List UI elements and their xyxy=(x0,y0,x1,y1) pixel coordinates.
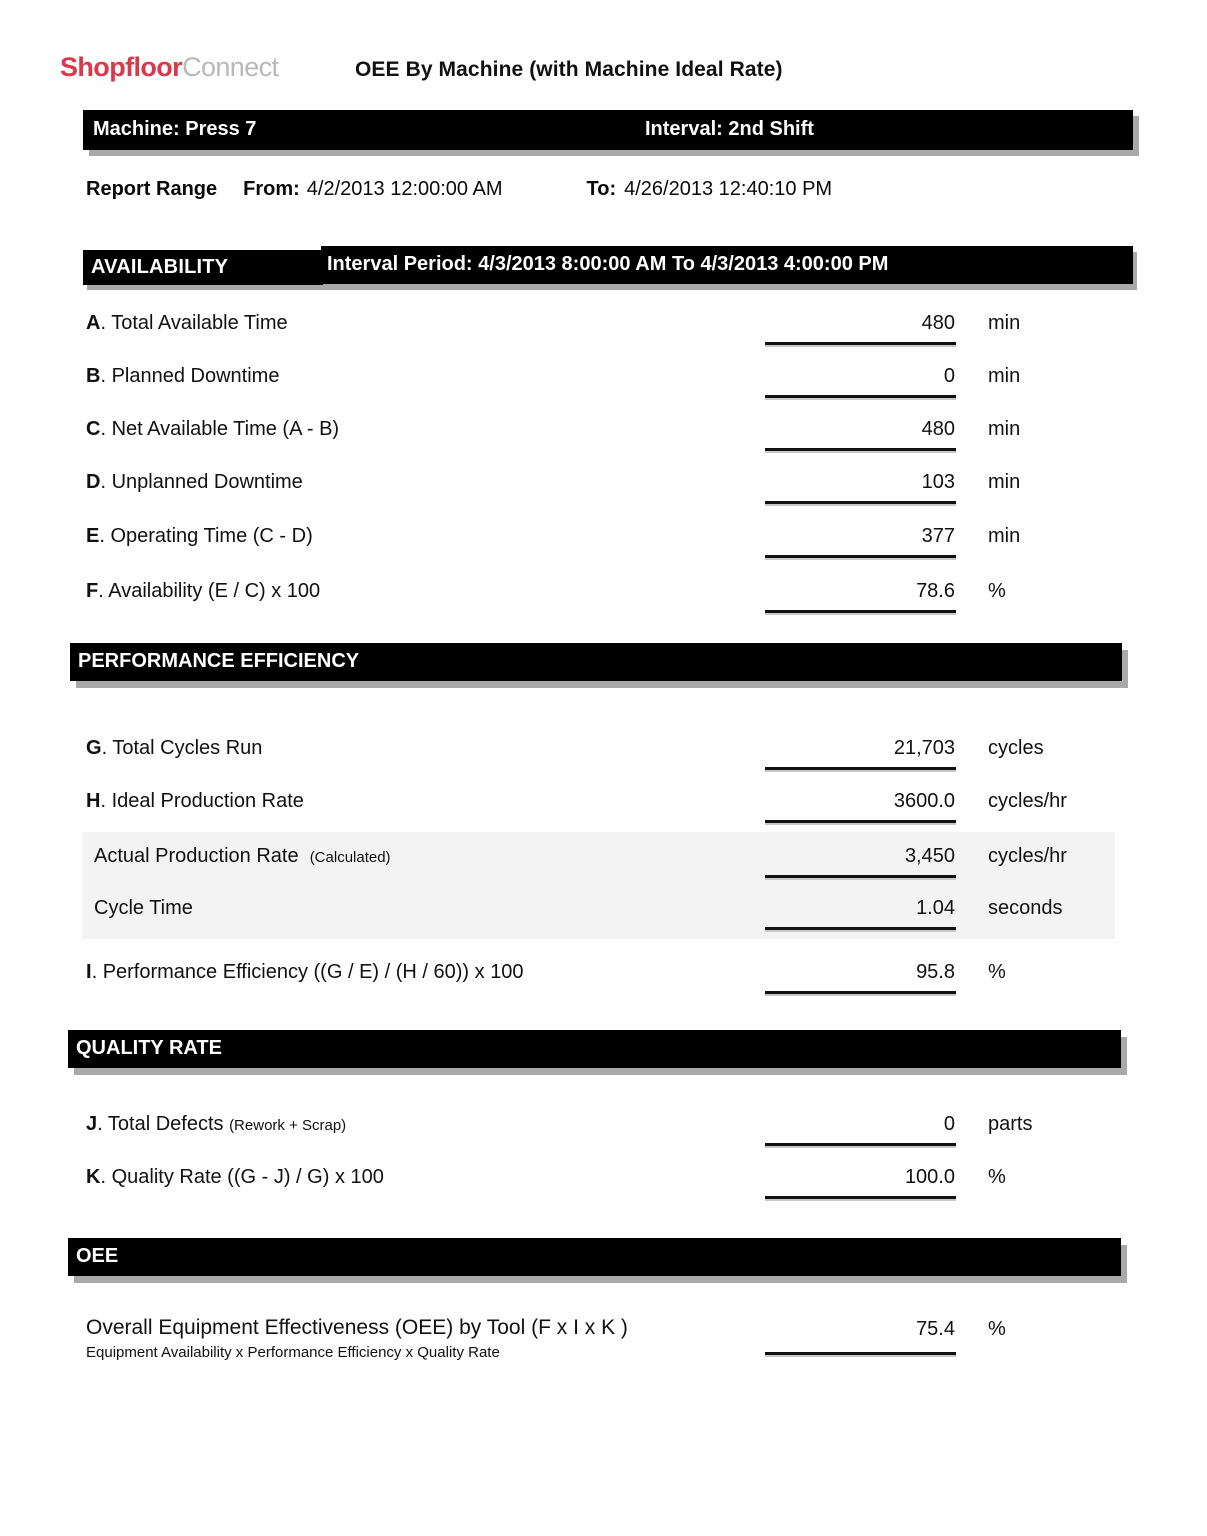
report-range-to-label: To: xyxy=(586,178,617,200)
row-note: (Rework + Scrap) xyxy=(229,1117,347,1134)
row-label: D. Unplanned Downtime xyxy=(86,471,303,493)
oee-row-unit: % xyxy=(988,1318,1006,1340)
row-label: E. Operating Time (C - D) xyxy=(86,525,313,547)
row-label: G. Total Cycles Run xyxy=(86,737,263,759)
row-unit: % xyxy=(988,580,1006,602)
value-underline xyxy=(765,501,956,504)
row-unit: seconds xyxy=(988,897,1063,919)
performance-section-header: PERFORMANCE EFFICIENCY xyxy=(70,643,1122,681)
oee-section-header: OEE xyxy=(68,1238,1121,1276)
value-underline xyxy=(765,991,956,994)
row-value: 480 xyxy=(921,418,955,440)
row-value: 0 xyxy=(943,1113,955,1135)
report-range-title: Report Range xyxy=(86,178,218,200)
row-label: I. Performance Efficiency ((G / E) / (H … xyxy=(86,961,524,983)
row-unit: min xyxy=(988,365,1021,387)
report-page: ShopfloorConnect OEE By Machine (with Ma… xyxy=(0,0,1207,1536)
row-unit: cycles xyxy=(988,737,1044,759)
row-value: 3,450 xyxy=(904,845,955,867)
oee-row-sublabel: Equipment Availability x Performance Eff… xyxy=(86,1344,500,1361)
availability-interval-period: Interval Period: 4/3/2013 8:00:00 AM To … xyxy=(327,253,889,275)
table-row: I. Performance Efficiency ((G / E) / (H … xyxy=(0,961,1207,1013)
logo-primary-text: Shopfloor xyxy=(60,52,183,82)
row-label: Actual Production Rate (Calculated) xyxy=(94,845,391,867)
value-underline xyxy=(765,555,956,558)
row-unit: % xyxy=(988,1166,1006,1188)
value-underline xyxy=(765,342,956,345)
value-underline xyxy=(765,395,956,398)
table-row: B. Planned Downtime 0 min xyxy=(0,365,1207,417)
row-unit: cycles/hr xyxy=(988,790,1067,812)
row-value: 1.04 xyxy=(916,897,955,919)
row-note: (Calculated) xyxy=(309,849,391,866)
report-range-to-value: 4/26/2013 12:40:10 PM xyxy=(624,178,833,200)
row-value: 21,703 xyxy=(893,737,955,759)
quality-heading: QUALITY RATE xyxy=(76,1037,222,1059)
row-label: C. Net Available Time (A - B) xyxy=(86,418,340,440)
row-value: 377 xyxy=(921,525,955,547)
row-label: Cycle Time xyxy=(94,897,193,919)
row-unit: parts xyxy=(988,1113,1033,1135)
table-row: C. Net Available Time (A - B) 480 min xyxy=(0,418,1207,470)
row-label: J. Total Defects (Rework + Scrap) xyxy=(86,1113,347,1135)
row-label: K. Quality Rate ((G - J) / G) x 100 xyxy=(86,1166,384,1188)
table-row: K. Quality Rate ((G - J) / G) x 100 100.… xyxy=(0,1166,1207,1218)
row-value: 0 xyxy=(943,365,955,387)
table-row: H. Ideal Production Rate 3600.0 cycles/h… xyxy=(0,790,1207,842)
table-row: Actual Production Rate (Calculated) 3,45… xyxy=(0,845,1207,897)
row-value: 103 xyxy=(921,471,955,493)
availability-interval-period-bar: Interval Period: 4/3/2013 8:00:00 AM To … xyxy=(321,246,1133,284)
value-underline xyxy=(765,820,956,823)
performance-heading: PERFORMANCE EFFICIENCY xyxy=(78,650,360,672)
availability-section-header: AVAILABILITY xyxy=(83,250,323,285)
oee-row-value: 75.4 xyxy=(916,1318,955,1340)
row-unit: cycles/hr xyxy=(988,845,1067,867)
row-value: 78.6 xyxy=(916,580,955,602)
value-underline xyxy=(765,1143,956,1146)
oee-heading: OEE xyxy=(76,1245,119,1267)
row-unit: min xyxy=(988,525,1021,547)
row-label: H. Ideal Production Rate xyxy=(86,790,304,812)
row-value: 95.8 xyxy=(916,961,955,983)
row-value: 3600.0 xyxy=(893,790,955,812)
report-range-from-label: From: xyxy=(243,178,300,200)
table-row: J. Total Defects (Rework + Scrap) 0 part… xyxy=(0,1113,1207,1165)
row-unit: min xyxy=(988,471,1021,493)
value-underline xyxy=(765,767,956,770)
value-underline xyxy=(765,448,956,451)
row-unit: min xyxy=(988,312,1021,334)
value-underline xyxy=(765,1352,956,1355)
machine-label: Machine: Press 7 xyxy=(93,118,257,140)
logo-secondary-text: Connect xyxy=(182,52,279,82)
value-underline xyxy=(765,875,956,878)
interval-label: Interval: 2nd Shift xyxy=(645,118,814,140)
shopfloor-connect-logo: ShopfloorConnect xyxy=(60,52,279,83)
row-label: B. Planned Downtime xyxy=(86,365,280,387)
table-row: D. Unplanned Downtime 103 min xyxy=(0,471,1207,523)
oee-row-label: Overall Equipment Effectiveness (OEE) by… xyxy=(86,1316,628,1339)
report-range-from-value: 4/2/2013 12:00:00 AM xyxy=(306,178,503,200)
row-unit: % xyxy=(988,961,1006,983)
row-label: A. Total Available Time xyxy=(86,312,288,334)
table-row: Cycle Time 1.04 seconds xyxy=(0,897,1207,949)
table-row: A. Total Available Time 480 min xyxy=(0,312,1207,364)
quality-section-header: QUALITY RATE xyxy=(68,1030,1121,1068)
value-underline xyxy=(765,610,956,613)
value-underline xyxy=(765,1196,956,1199)
oee-summary-row: Overall Equipment Effectiveness (OEE) by… xyxy=(0,1316,1207,1368)
row-unit: min xyxy=(988,418,1021,440)
row-value: 480 xyxy=(921,312,955,334)
table-row: E. Operating Time (C - D) 377 min xyxy=(0,525,1207,577)
page-title: OEE By Machine (with Machine Ideal Rate) xyxy=(355,58,783,81)
machine-interval-bar: Machine: Press 7 Interval: 2nd Shift xyxy=(83,110,1133,150)
row-label: F. Availability (E / C) x 100 xyxy=(86,580,321,602)
table-row: G. Total Cycles Run 21,703 cycles xyxy=(0,737,1207,789)
row-value: 100.0 xyxy=(904,1166,955,1188)
availability-heading: AVAILABILITY xyxy=(91,256,229,278)
report-range: Report Range From: 4/2/2013 12:00:00 AM To:… xyxy=(86,178,832,201)
table-row: F. Availability (E / C) x 100 78.6 % xyxy=(0,580,1207,632)
value-underline xyxy=(765,927,956,930)
